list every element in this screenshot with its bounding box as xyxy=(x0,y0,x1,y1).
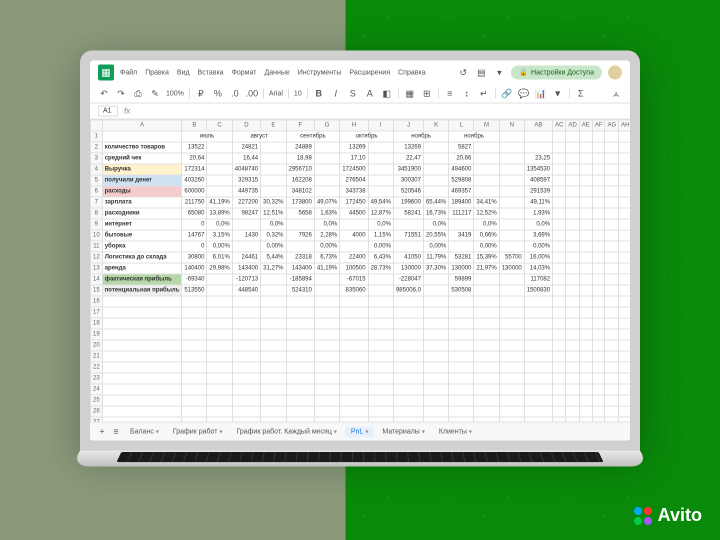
halign-icon[interactable]: ≡ xyxy=(444,88,456,100)
font-select[interactable]: Arial xyxy=(269,90,283,97)
menu-tools[interactable]: Инструменты xyxy=(298,69,342,76)
menu-view[interactable]: Вид xyxy=(177,69,190,76)
textcolor-icon[interactable]: A xyxy=(364,88,376,100)
menu-help[interactable]: Справка xyxy=(398,69,425,76)
add-sheet-icon[interactable]: + xyxy=(96,426,108,438)
filter-icon[interactable]: ▼ xyxy=(552,88,564,100)
wrap-icon[interactable]: ↵ xyxy=(478,88,490,100)
menu-extensions[interactable]: Расширения xyxy=(349,69,390,76)
fx-icon: fx xyxy=(124,107,130,116)
tab-balance[interactable]: Баланс ▾ xyxy=(124,426,165,437)
borders-icon[interactable]: ▦ xyxy=(404,88,416,100)
more-icon[interactable]: ㅅ xyxy=(610,88,622,100)
tab-clients[interactable]: Клиенты ▾ xyxy=(433,426,478,437)
tab-materials[interactable]: Материалы ▾ xyxy=(376,426,431,437)
bold-icon[interactable]: B xyxy=(313,88,325,100)
menu-bar: Файл Правка Вид Вставка Формат Данные Ин… xyxy=(120,69,426,76)
title-bar: ▦ Файл Правка Вид Вставка Формат Данные … xyxy=(90,61,630,85)
decimal-dec-icon[interactable]: .0 xyxy=(229,88,241,100)
link-icon[interactable]: 🔗 xyxy=(501,88,513,100)
avatar[interactable] xyxy=(608,66,622,80)
chart-icon[interactable]: 📊 xyxy=(535,88,547,100)
currency-icon[interactable]: ₽ xyxy=(195,88,207,100)
fillcolor-icon[interactable]: ◧ xyxy=(381,88,393,100)
meet-icon[interactable]: ▾ xyxy=(493,67,505,79)
strike-icon[interactable]: S xyxy=(347,88,359,100)
tab-schedule[interactable]: График работ ▾ xyxy=(167,426,229,437)
name-box[interactable]: A1 xyxy=(98,106,118,117)
formula-bar: A1 fx xyxy=(90,104,630,120)
functions-icon[interactable]: Σ xyxy=(575,88,587,100)
sheets-logo-icon: ▦ xyxy=(98,65,114,81)
percent-icon[interactable]: % xyxy=(212,88,224,100)
history-icon[interactable]: ↺ xyxy=(457,67,469,79)
avito-watermark: Avito xyxy=(634,505,702,526)
print-icon[interactable]: ⎙ xyxy=(132,88,144,100)
toolbar: ↶ ↷ ⎙ ✎ 100% ₽ % .0 .00 Arial 10 B I S A… xyxy=(90,85,630,104)
menu-file[interactable]: Файл xyxy=(120,69,137,76)
menu-edit[interactable]: Правка xyxy=(145,69,169,76)
menu-format[interactable]: Формат xyxy=(232,69,257,76)
merge-icon[interactable]: ⊞ xyxy=(421,88,433,100)
all-sheets-icon[interactable]: ≡ xyxy=(110,426,122,438)
tab-pnl[interactable]: PnL ▾ xyxy=(345,426,374,437)
italic-icon[interactable]: I xyxy=(330,88,342,100)
spreadsheet-grid[interactable]: ABCDEFGHIJKLMNABACADAEAFAGAHAIAJ1июльавг… xyxy=(90,120,630,422)
menu-data[interactable]: Данные xyxy=(264,69,289,76)
fontsize-select[interactable]: 10 xyxy=(294,90,302,97)
sheet-tabs: + ≡ Баланс ▾ График работ ▾ График работ… xyxy=(90,422,630,441)
insert-comment-icon[interactable]: 💬 xyxy=(518,88,530,100)
paint-icon[interactable]: ✎ xyxy=(149,88,161,100)
decimal-inc-icon[interactable]: .00 xyxy=(246,88,258,100)
redo-icon[interactable]: ↷ xyxy=(115,88,127,100)
undo-icon[interactable]: ↶ xyxy=(98,88,110,100)
comment-icon[interactable]: ▤ xyxy=(475,67,487,79)
valign-icon[interactable]: ↕ xyxy=(461,88,473,100)
share-button[interactable]: 🔒 Настройки Доступа xyxy=(511,66,602,80)
zoom-select[interactable]: 100% xyxy=(166,90,184,97)
tab-schedule-monthly[interactable]: График работ. Каждый месяц ▾ xyxy=(230,426,342,437)
menu-insert[interactable]: Вставка xyxy=(198,69,224,76)
